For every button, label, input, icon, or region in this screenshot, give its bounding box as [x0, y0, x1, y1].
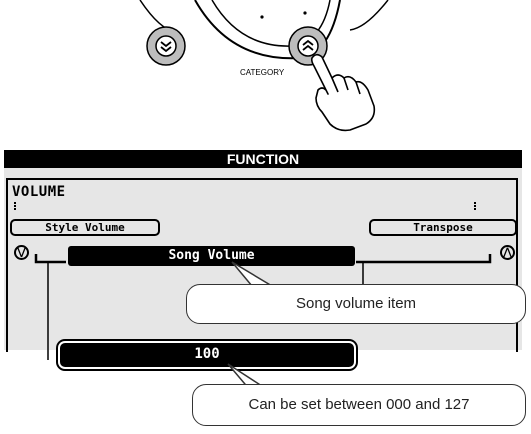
category-down-button[interactable]: [146, 26, 186, 66]
lcd-mode-title: VOLUME: [12, 184, 66, 200]
next-item-tick: [474, 202, 478, 210]
category-panel-illustration: CATEGORY: [139, 0, 389, 132]
range-callout: Can be set between 000 and 127: [192, 384, 526, 426]
prev-item-tick: [14, 202, 18, 210]
item-callout-text: Song volume item: [295, 295, 417, 312]
pointing-hand-icon: [310, 53, 376, 132]
next-item-box: Transpose: [369, 219, 517, 236]
prev-item-box: Style Volume: [10, 219, 160, 236]
lcd-function-header: FUNCTION: [4, 150, 522, 168]
category-label: CATEGORY: [240, 68, 285, 77]
range-callout-text: Can be set between 000 and 127: [248, 396, 470, 413]
panel-arc-right: [349, 0, 389, 31]
item-callout: Song volume item: [186, 284, 526, 324]
